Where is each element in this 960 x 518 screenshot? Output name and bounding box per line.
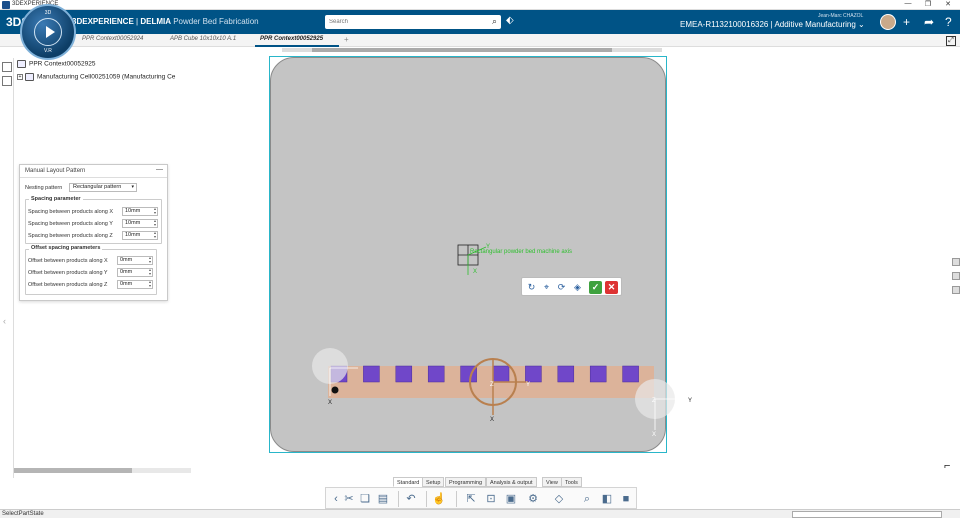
tab-programming[interactable]: Programming — [445, 477, 487, 487]
tree-horizontal-scrollbar[interactable] — [14, 468, 191, 473]
axis-y-label-center: Y — [526, 382, 530, 388]
paste-icon[interactable]: ▤ — [376, 492, 390, 506]
spinner-icon[interactable]: ▴ ▾ — [149, 256, 151, 264]
undo-icon[interactable]: ↶ — [404, 492, 418, 506]
cube-solid-icon[interactable]: ■ — [619, 492, 633, 506]
spacing-group-title: Spacing parameter — [29, 196, 83, 202]
product-cube[interactable] — [427, 365, 445, 383]
action-bar: ‹ ✂ ❏ ▤ ↶ ☝ ⇱ ⊡ ▣ ⚙ ◇ ⌕ ◧ ■ — [325, 487, 637, 509]
cancel-button[interactable]: ✕ — [605, 281, 618, 294]
status-bar: SelectPartState — [0, 509, 960, 518]
axis-z-label-center: Z — [490, 382, 494, 388]
tab-standard[interactable]: Standard — [393, 477, 424, 487]
view-icon[interactable]: ⌕ — [580, 492, 594, 506]
chevron-down-icon: ▾ — [131, 184, 134, 190]
offset-z-label: Offset between products along Z — [28, 282, 108, 288]
toolbar-separator — [456, 491, 457, 507]
spinner-icon[interactable]: ▴ ▾ — [154, 207, 156, 215]
compass-widget[interactable]: 3D V.R — [20, 4, 76, 60]
product-cube[interactable] — [589, 365, 607, 383]
offset-z-value: 0mm — [120, 281, 133, 287]
product-cube[interactable] — [363, 365, 380, 383]
tab-view[interactable]: View — [542, 477, 562, 487]
axis-x-label-top: X — [473, 269, 477, 275]
spacing-y-label: Spacing between products along Y — [28, 221, 113, 227]
offset-x-input[interactable]: 0mm ▴ ▾ — [117, 256, 153, 265]
play-icon[interactable] — [46, 26, 55, 38]
toolbar-separator — [426, 491, 427, 507]
product-cube[interactable] — [622, 365, 639, 383]
view-axis-icon[interactable]: ⌐ — [944, 460, 950, 472]
chevron-left-icon[interactable]: ‹ — [329, 492, 343, 506]
axis-x-label-center: X — [490, 417, 494, 423]
product-cube[interactable] — [557, 365, 575, 383]
compass-top-label: 3D — [44, 10, 52, 16]
nesting-pattern-label: Nesting pattern — [25, 185, 63, 191]
offset-y-label: Offset between products along Y — [28, 270, 108, 276]
spacing-x-label: Spacing between products along X — [28, 209, 114, 215]
pattern-icon[interactable]: ◈ — [571, 281, 584, 294]
panel-divider — [20, 177, 167, 178]
spinner-icon[interactable]: ▴ ▾ — [154, 219, 156, 227]
product-cube[interactable] — [395, 365, 413, 383]
copy-icon[interactable]: ❏ — [358, 492, 372, 506]
axis-x-label-left: X — [328, 400, 332, 406]
spacing-z-input[interactable]: 10mm ▴ ▾ — [122, 231, 158, 240]
offset-group-title: Offset spacing parameters — [29, 245, 103, 251]
spacing-y-value: 10mm — [125, 220, 141, 226]
position-icon[interactable]: ⌖ — [540, 281, 553, 294]
compass-bottom-label: V.R — [44, 48, 52, 54]
ok-button[interactable]: ✓ — [589, 281, 602, 294]
command-input[interactable] — [792, 511, 942, 518]
spacing-x-input[interactable]: 10mm ▴ ▾ — [122, 207, 158, 216]
tab-tools[interactable]: Tools — [561, 477, 582, 487]
product-cube[interactable] — [492, 365, 510, 383]
axis-z-label-right: Z — [652, 398, 656, 404]
spinner-icon[interactable]: ▴ ▾ — [154, 231, 156, 239]
toolbar-separator — [398, 491, 399, 507]
spacing-z-value: 10mm — [125, 232, 141, 238]
panel-minimize-button[interactable]: — — [156, 166, 163, 173]
select-icon[interactable]: ⇱ — [464, 492, 478, 506]
scroll-thumb[interactable] — [14, 468, 132, 473]
right-panel-icon-3[interactable] — [952, 286, 960, 294]
axis-x-label-right: X — [652, 432, 656, 438]
axis-y-label-right: Y — [688, 398, 692, 404]
cube-icon[interactable]: ◧ — [600, 492, 614, 506]
tab-setup[interactable]: Setup — [422, 477, 445, 487]
offset-z-input[interactable]: 0mm ▴ ▾ — [117, 280, 153, 289]
manual-layout-pattern-panel: Manual Layout Pattern — Nesting pattern … — [19, 164, 168, 301]
tree-icon[interactable]: ⚙ — [526, 492, 540, 506]
tab-analysis-output[interactable]: Analysis & output — [486, 477, 537, 487]
machine-axis-label: Rectangular powder bed machine axis — [470, 249, 573, 255]
panel-title: Manual Layout Pattern — [25, 168, 86, 174]
right-panel-icon-2[interactable] — [952, 272, 960, 280]
measure-icon[interactable]: ◇ — [552, 492, 566, 506]
reset-icon[interactable]: ↻ — [525, 281, 538, 294]
spinner-icon[interactable]: ▴ ▾ — [149, 280, 151, 288]
nesting-pattern-value: Rectangular pattern — [73, 184, 122, 190]
product-icon[interactable]: ▣ — [504, 492, 518, 506]
offset-x-label: Offset between products along X — [28, 258, 108, 264]
offset-y-value: 0mm — [120, 269, 133, 275]
spacing-x-value: 10mm — [125, 208, 141, 214]
spacing-y-input[interactable]: 10mm ▴ ▾ — [122, 219, 158, 228]
fit-all-icon[interactable]: ⊡ — [484, 492, 498, 506]
touch-icon[interactable]: ☝ — [432, 492, 446, 506]
context-toolbar: ↻ ⌖ ⟳ ◈ ✓ ✕ — [521, 277, 622, 296]
status-text: SelectPartState — [2, 511, 44, 517]
right-panel-icon-1[interactable] — [952, 258, 960, 266]
offset-y-input[interactable]: 0mm ▴ ▾ — [117, 268, 153, 277]
product-cube[interactable] — [525, 365, 542, 383]
spinner-icon[interactable]: ▴ ▾ — [149, 268, 151, 276]
spacing-z-label: Spacing between products along Z — [28, 233, 113, 239]
cut-icon[interactable]: ✂ — [342, 492, 356, 506]
nesting-pattern-select[interactable]: Rectangular pattern ▾ — [69, 183, 137, 192]
offset-x-value: 0mm — [120, 257, 133, 263]
rotate-icon[interactable]: ⟳ — [555, 281, 568, 294]
